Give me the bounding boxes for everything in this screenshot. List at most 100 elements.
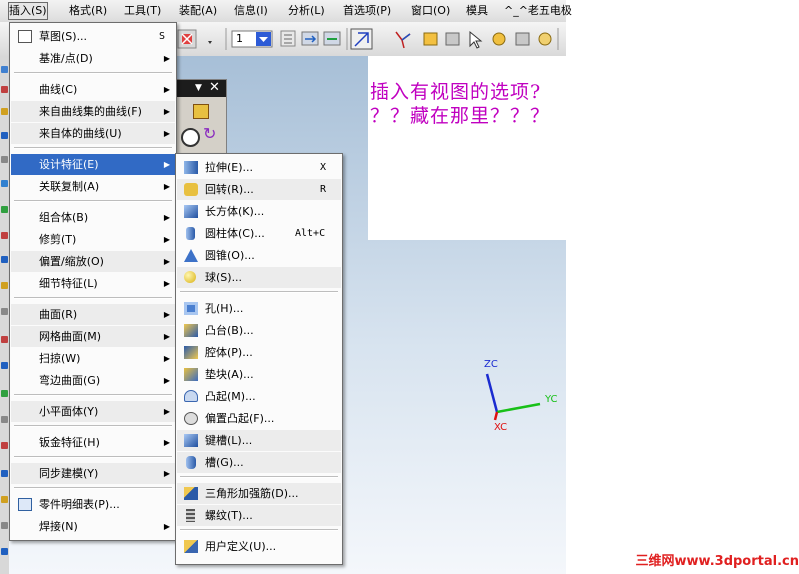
menu-item-synchronous-modeling[interactable]: 同步建模(Y) ▶: [11, 463, 175, 484]
view-tool-icon[interactable]: [1, 470, 8, 477]
surface-icon[interactable]: [1, 390, 8, 397]
menu-separator: [14, 394, 172, 396]
layer-icon[interactable]: [1, 522, 8, 529]
menu-item-boss[interactable]: 凸台(B)...: [177, 320, 341, 341]
menu-item-revolve[interactable]: 回转(R)... R: [177, 179, 341, 200]
constraint-navigator-icon[interactable]: [1, 86, 8, 93]
point-icon[interactable]: [423, 32, 438, 46]
menu-analysis[interactable]: 分析(L): [288, 3, 325, 19]
user-defined-icon: [184, 540, 198, 553]
menu-item-facet-body[interactable]: 小平面体(Y) ▶: [11, 401, 175, 422]
menu-item-emboss[interactable]: 凸起(M)...: [177, 386, 341, 407]
menu-item-mesh-surface[interactable]: 网格曲面(M) ▶: [11, 326, 175, 347]
clock-icon[interactable]: [181, 128, 200, 147]
menu-format[interactable]: 格式(R): [69, 3, 107, 19]
arrow-select-icon[interactable]: [469, 30, 483, 49]
thread-icon: [186, 509, 195, 522]
menu-item-extrude[interactable]: 拉伸(E)... X: [177, 157, 341, 178]
menu-window[interactable]: 窗口(O): [411, 3, 450, 19]
assembly-navigator-icon[interactable]: [1, 66, 8, 73]
menu-item-curve[interactable]: 曲线(C) ▶: [11, 79, 175, 100]
layer-settings-icon[interactable]: [280, 30, 296, 47]
menu-item-offset-emboss[interactable]: 偏置凸起(F)...: [177, 408, 341, 429]
submenu-arrow-icon: ▶: [163, 438, 170, 447]
web-browser-icon[interactable]: [1, 156, 8, 163]
copy-to-layer-icon[interactable]: [323, 31, 341, 46]
menu-item-flange-surface[interactable]: 弯边曲面(G) ▶: [11, 370, 175, 391]
extrude-icon: [184, 161, 198, 174]
menu-item-design-feature[interactable]: 设计特征(E) ▶: [11, 154, 175, 175]
design-feature-menu: 拉伸(E)... X 回转(R)... R 长方体(K)... 圆柱体(C)..…: [175, 153, 343, 565]
csys-icon[interactable]: [395, 31, 411, 49]
close-icon[interactable]: ✕: [209, 80, 220, 95]
menu-item-groove[interactable]: 槽(G)...: [177, 452, 341, 473]
menu-item-cone[interactable]: 圆锥(O)...: [177, 245, 341, 266]
render-icon[interactable]: [1, 496, 8, 503]
refresh-icon[interactable]: ↻: [203, 126, 216, 142]
tool-icon[interactable]: [1, 308, 8, 315]
menu-item-cylinder[interactable]: 圆柱体(C)... Alt+C: [177, 223, 341, 244]
menu-item-derived-curve[interactable]: 来自曲线集的曲线(F) ▶: [11, 101, 175, 122]
menu-information[interactable]: 信息(I): [234, 3, 268, 19]
menu-item-thread[interactable]: 螺纹(T)...: [177, 505, 341, 526]
menu-item-curve-from-body[interactable]: 来自体的曲线(U) ▶: [11, 123, 175, 144]
view-icon[interactable]: [177, 29, 197, 49]
snap-point-icon[interactable]: [515, 32, 530, 46]
quick-pick-icon[interactable]: [538, 32, 552, 46]
dropdown-arrow-icon[interactable]: [208, 41, 212, 44]
menu-item-trim[interactable]: 修剪(T) ▶: [11, 229, 175, 250]
menu-laowu-electrode[interactable]: ^_^老五电极: [504, 3, 572, 19]
menu-item-parts-list[interactable]: 零件明细表(P)...: [11, 494, 175, 515]
snap-view-icon[interactable]: [350, 28, 373, 50]
menu-item-pad[interactable]: 垫块(A)...: [177, 364, 341, 385]
floating-toolbar-titlebar[interactable]: ▼ ✕: [177, 80, 226, 97]
menu-item-block[interactable]: 长方体(K)...: [177, 201, 341, 222]
menu-tools[interactable]: 工具(T): [124, 3, 161, 19]
menu-item-sketch[interactable]: 草图(S)... S: [11, 26, 175, 47]
menu-mold[interactable]: 模具: [466, 3, 488, 19]
history-icon[interactable]: [1, 180, 8, 187]
edit-icon[interactable]: [1, 416, 8, 423]
curve-icon[interactable]: [1, 362, 8, 369]
submenu-arrow-icon: ▶: [163, 129, 170, 138]
menu-assemblies[interactable]: 装配(A): [179, 3, 217, 19]
process-studio-icon[interactable]: [1, 232, 8, 239]
menu-item-sheet-metal[interactable]: 钣金特征(H) ▶: [11, 432, 175, 453]
dart-icon: [184, 487, 198, 500]
menu-insert[interactable]: 插入(S): [8, 2, 48, 20]
menu-separator: [14, 200, 172, 202]
selection-icon[interactable]: [445, 32, 460, 46]
move-to-layer-icon[interactable]: [301, 31, 319, 46]
parts-list-icon: [18, 498, 32, 511]
menu-item-detail-feature[interactable]: 细节特征(L) ▶: [11, 273, 175, 294]
menu-preferences[interactable]: 首选项(P): [343, 3, 391, 19]
roles-icon[interactable]: [1, 256, 8, 263]
menu-separator: [14, 487, 172, 489]
menu-item-surface[interactable]: 曲面(R) ▶: [11, 304, 175, 325]
part-navigator-icon[interactable]: [1, 108, 8, 115]
filter-icon[interactable]: [492, 32, 506, 46]
menu-item-sphere[interactable]: 球(S)...: [177, 267, 341, 288]
system-materials-icon[interactable]: [1, 206, 8, 213]
menu-item-slot[interactable]: 键槽(L)...: [177, 430, 341, 451]
shade-icon[interactable]: [193, 104, 209, 119]
sketch-icon[interactable]: [1, 282, 8, 289]
menu-item-combine[interactable]: 组合体(B) ▶: [11, 207, 175, 228]
menu-item-weld[interactable]: 焊接(N) ▶: [11, 516, 175, 537]
feature-icon[interactable]: [1, 336, 8, 343]
menu-item-hole[interactable]: 孔(H)...: [177, 298, 341, 319]
menu-item-associative-copy[interactable]: 关联复制(A) ▶: [11, 176, 175, 197]
menu-item-offset-scale[interactable]: 偏置/缩放(O) ▶: [11, 251, 175, 272]
menu-item-sweep[interactable]: 扫掠(W) ▶: [11, 348, 175, 369]
utility-icon[interactable]: [1, 548, 8, 555]
dropdown-arrow-icon[interactable]: ▼: [195, 83, 202, 93]
menu-item-user-defined[interactable]: 用户定义(U)...: [177, 536, 341, 557]
menu-item-datum-point[interactable]: 基准/点(D) ▶: [11, 48, 175, 69]
menu-item-dart[interactable]: 三角形加强筋(D)...: [177, 483, 341, 504]
menu-separator: [14, 72, 172, 74]
submenu-arrow-icon: ▶: [163, 213, 170, 222]
y-axis: [496, 402, 541, 414]
reuse-library-icon[interactable]: [1, 132, 8, 139]
analysis-icon[interactable]: [1, 442, 8, 449]
menu-item-pocket[interactable]: 腔体(P)...: [177, 342, 341, 363]
